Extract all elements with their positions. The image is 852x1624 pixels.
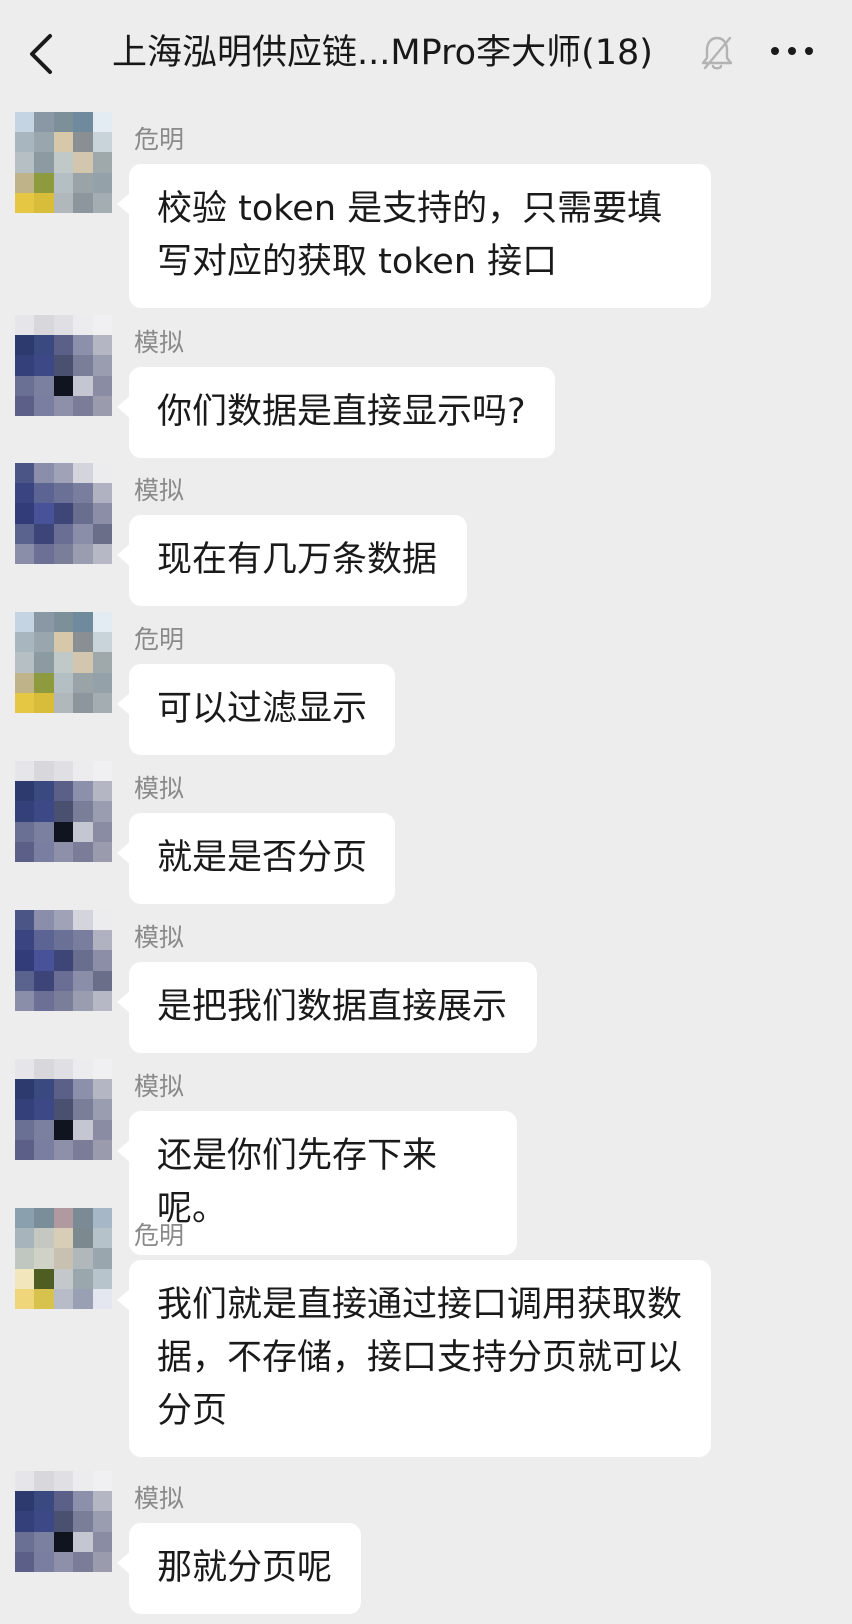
avatar[interactable] [15,1059,112,1160]
avatar[interactable] [15,761,112,862]
sender-name: 模拟 [134,774,185,803]
sender-name: 模拟 [134,476,185,505]
avatar[interactable] [15,1471,112,1572]
more-horizontal-icon[interactable] [770,44,814,58]
avatar[interactable] [15,463,112,564]
avatar[interactable] [15,315,112,416]
sender-name: 危明 [134,125,185,154]
sender-name: 模拟 [134,1484,185,1513]
message-bubble[interactable]: 你们数据是直接显示吗? [117,367,555,458]
avatar[interactable] [15,1208,112,1309]
sender-name: 模拟 [134,328,185,357]
avatar[interactable] [15,910,112,1011]
message-bubble[interactable]: 可以过滤显示 [117,664,395,755]
message-bubble[interactable]: 我们就是直接通过接口调用获取数据，不存储，接口支持分页就可以分页 [117,1260,711,1457]
chat-header: 上海泓明供应链...MPro李大师(18) [0,0,852,104]
sender-name: 模拟 [134,1072,185,1101]
avatar[interactable] [15,612,112,713]
message-bubble[interactable]: 是把我们数据直接展示 [117,962,537,1053]
message-bubble[interactable]: 现在有几万条数据 [117,515,467,606]
sender-name: 危明 [134,1221,185,1250]
sender-name: 危明 [134,625,185,654]
sender-name: 模拟 [134,923,185,952]
message-bubble[interactable]: 校验 token 是支持的，只需要填写对应的获取 token 接口 [117,164,711,308]
chevron-left-icon[interactable] [22,26,62,82]
message-bubble[interactable]: 还是你们先存下来呢。 [117,1111,517,1255]
bell-off-icon [701,36,733,70]
message-bubble[interactable]: 那就分页呢 [117,1523,361,1614]
avatar[interactable] [15,112,112,213]
message-bubble[interactable]: 就是是否分页 [117,813,395,904]
chat-title: 上海泓明供应链...MPro李大师(18) [112,33,653,73]
